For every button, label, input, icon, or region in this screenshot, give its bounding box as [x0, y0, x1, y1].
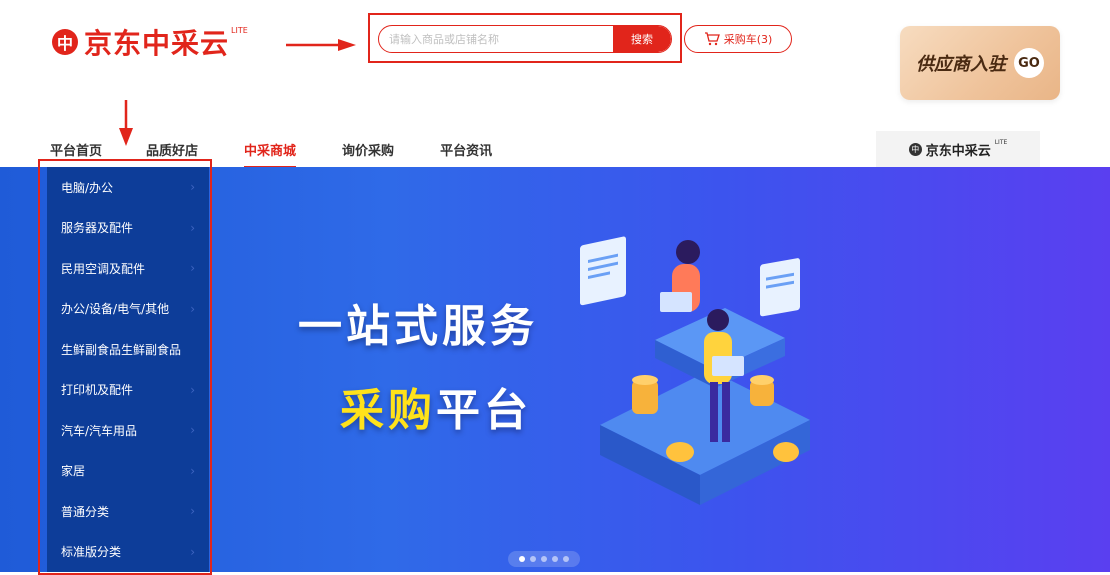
- carousel-dot[interactable]: [519, 556, 525, 562]
- supplier-join-banner[interactable]: 供应商入驻 GO: [900, 26, 1060, 100]
- secondary-logo-badge-icon: 中: [908, 142, 922, 156]
- secondary-logo-text: 京东中采云: [925, 143, 991, 159]
- annotation-highlight-categories: [38, 159, 212, 575]
- hero-title-rest: 平台: [436, 385, 532, 436]
- main-nav: 平台首页 品质好店 中采商城 询价采购 平台资讯: [50, 140, 492, 168]
- search-input[interactable]: [379, 26, 613, 52]
- cart-icon: [704, 32, 720, 46]
- carousel-indicators: [508, 551, 580, 567]
- secondary-logo: 中 京东中采云 LITE: [876, 131, 1040, 167]
- coin-icon: [773, 442, 799, 462]
- secondary-logo-lite: LITE: [994, 139, 1008, 146]
- document-card-icon: [760, 258, 800, 317]
- nav-item-mall[interactable]: 中采商城: [244, 140, 297, 168]
- coin-icon: [666, 442, 694, 462]
- search-button[interactable]: 搜索: [613, 26, 671, 52]
- logo-lite-tag: LITE: [231, 26, 248, 35]
- brand-logo[interactable]: 中 京东中采云 LITE: [52, 22, 248, 62]
- carousel-dot[interactable]: [552, 556, 558, 562]
- nav-item-quality-stores[interactable]: 品质好店: [146, 140, 198, 159]
- cart-button[interactable]: 采购车(3): [684, 25, 792, 53]
- search-bar: 搜索: [378, 25, 672, 53]
- hero-title-line2: 采购平台: [340, 374, 532, 438]
- supplier-join-text: 供应商入驻: [916, 54, 1006, 75]
- hero-title-line1: 一站式服务: [298, 301, 538, 352]
- document-card-icon: [580, 236, 626, 306]
- coin-icon: [750, 375, 774, 406]
- nav-item-news[interactable]: 平台资讯: [440, 140, 492, 159]
- logo-text: 京东中采云: [84, 27, 230, 60]
- supplier-go-button[interactable]: GO: [1014, 48, 1044, 78]
- logo-badge-icon: 中: [52, 29, 78, 55]
- carousel-dot[interactable]: [530, 556, 536, 562]
- hero-illustration: [580, 236, 810, 505]
- hero-title-highlight: 采购: [340, 385, 436, 436]
- carousel-dot[interactable]: [541, 556, 547, 562]
- cart-label: 采购车(3): [723, 33, 773, 46]
- nav-item-inquiry[interactable]: 询价采购: [342, 140, 394, 159]
- annotation-arrow-right-icon: [286, 39, 356, 51]
- carousel-dot[interactable]: [563, 556, 569, 562]
- coin-icon: [632, 375, 658, 414]
- nav-item-home[interactable]: 平台首页: [50, 140, 102, 159]
